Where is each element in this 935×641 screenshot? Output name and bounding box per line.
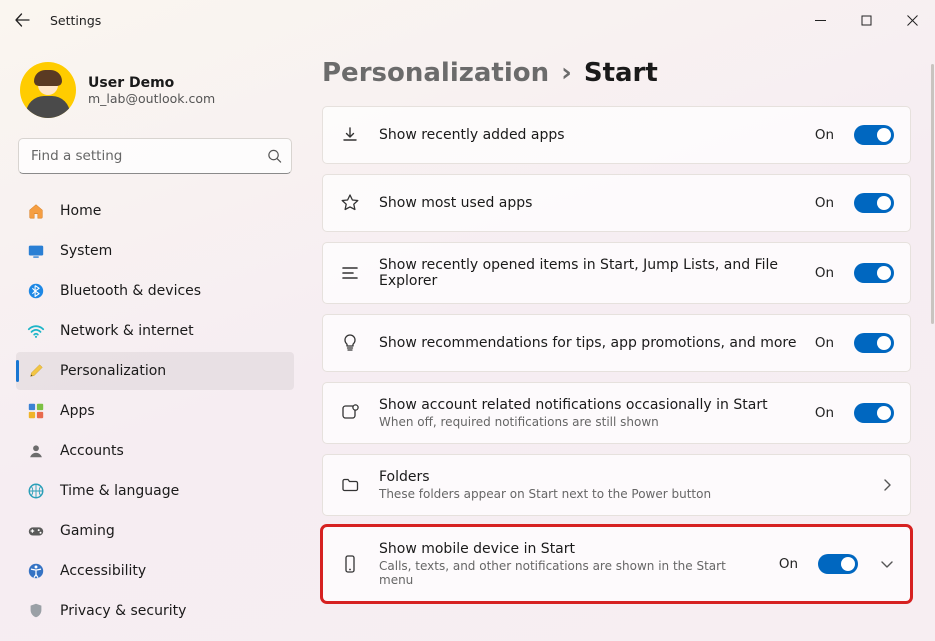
sidebar: User Demo m_lab@outlook.com Home System …: [0, 40, 306, 641]
list-icon: [339, 263, 361, 283]
sidebar-item-privacy[interactable]: Privacy & security: [16, 592, 294, 630]
toggle-switch[interactable]: [818, 554, 858, 574]
sidebar-item-time-language[interactable]: Time & language: [16, 472, 294, 510]
sidebar-item-label: Bluetooth & devices: [60, 283, 201, 299]
toggle-switch[interactable]: [854, 193, 894, 213]
toggle-state: On: [815, 265, 834, 281]
folder-icon: [339, 475, 361, 495]
sidebar-item-label: Home: [60, 203, 101, 219]
toggle-state: On: [815, 335, 834, 351]
title-bar: Settings: [0, 0, 935, 40]
bluetooth-icon: [26, 281, 46, 301]
chevron-down-icon[interactable]: [880, 557, 894, 571]
accessibility-icon: [26, 561, 46, 581]
toggle-switch[interactable]: [854, 125, 894, 145]
breadcrumb-parent[interactable]: Personalization: [322, 58, 549, 88]
sidebar-item-network[interactable]: Network & internet: [16, 312, 294, 350]
toggle-state: On: [815, 127, 834, 143]
setting-account-notifications[interactable]: Show account related notifications occas…: [322, 382, 911, 444]
gaming-icon: [26, 521, 46, 541]
phone-icon: [339, 554, 361, 574]
setting-recent-items[interactable]: Show recently opened items in Start, Jum…: [322, 242, 911, 304]
shield-icon: [26, 601, 46, 621]
setting-title: Show recommendations for tips, app promo…: [379, 335, 797, 351]
settings-list: Show recently added apps On Show most us…: [316, 106, 915, 602]
sidebar-item-label: Gaming: [60, 523, 115, 539]
chevron-right-icon: ›: [561, 58, 572, 88]
sidebar-item-label: Personalization: [60, 363, 166, 379]
scrollbar[interactable]: [929, 40, 935, 641]
maximize-icon: [861, 15, 872, 26]
accounts-icon: [26, 441, 46, 461]
avatar: [20, 62, 76, 118]
setting-title: Show mobile device in Start: [379, 541, 761, 557]
sidebar-item-accounts[interactable]: Accounts: [16, 432, 294, 470]
setting-title: Show recently opened items in Start, Jum…: [379, 257, 797, 289]
sidebar-item-system[interactable]: System: [16, 232, 294, 270]
setting-title: Folders: [379, 469, 858, 485]
minimize-button[interactable]: [797, 0, 843, 40]
search-icon: [267, 149, 282, 164]
home-icon: [26, 201, 46, 221]
wifi-icon: [26, 321, 46, 341]
profile-email: m_lab@outlook.com: [88, 91, 215, 106]
sidebar-item-accessibility[interactable]: Accessibility: [16, 552, 294, 590]
search-input[interactable]: [18, 138, 292, 174]
arrow-left-icon: [14, 12, 30, 28]
setting-most-used[interactable]: Show most used apps On: [322, 174, 911, 232]
sidebar-item-home[interactable]: Home: [16, 192, 294, 230]
sidebar-item-label: Time & language: [60, 483, 179, 499]
star-icon: [339, 193, 361, 213]
sidebar-item-label: System: [60, 243, 112, 259]
sidebar-item-apps[interactable]: Apps: [16, 392, 294, 430]
profile-name: User Demo: [88, 75, 215, 91]
window-title: Settings: [44, 13, 101, 28]
setting-title: Show account related notifications occas…: [379, 397, 797, 413]
apps-icon: [26, 401, 46, 421]
sidebar-item-label: Accessibility: [60, 563, 146, 579]
setting-title: Show most used apps: [379, 195, 797, 211]
setting-mobile-device[interactable]: Show mobile device in Start Calls, texts…: [322, 526, 911, 602]
breadcrumb: Personalization › Start: [316, 58, 915, 88]
window-controls: [797, 0, 935, 40]
sidebar-item-bluetooth[interactable]: Bluetooth & devices: [16, 272, 294, 310]
sidebar-item-label: Accounts: [60, 443, 124, 459]
sidebar-item-label: Network & internet: [60, 323, 194, 339]
setting-title: Show recently added apps: [379, 127, 797, 143]
close-icon: [907, 15, 918, 26]
setting-subtitle: These folders appear on Start next to th…: [379, 487, 858, 501]
sidebar-item-gaming[interactable]: Gaming: [16, 512, 294, 550]
toggle-state: On: [815, 195, 834, 211]
toggle-state: On: [815, 405, 834, 421]
sidebar-item-personalization[interactable]: Personalization: [16, 352, 294, 390]
personalization-icon: [26, 361, 46, 381]
toggle-switch[interactable]: [854, 403, 894, 423]
account-notifications-icon: [339, 403, 361, 423]
chevron-right-icon: [880, 478, 894, 492]
sidebar-item-label: Apps: [60, 403, 95, 419]
maximize-button[interactable]: [843, 0, 889, 40]
setting-folders[interactable]: Folders These folders appear on Start ne…: [322, 454, 911, 516]
page-title: Start: [584, 58, 658, 88]
sidebar-item-label: Privacy & security: [60, 603, 186, 619]
toggle-state: On: [779, 556, 798, 572]
globe-clock-icon: [26, 481, 46, 501]
toggle-switch[interactable]: [854, 333, 894, 353]
profile[interactable]: User Demo m_lab@outlook.com: [16, 54, 294, 138]
nav: Home System Bluetooth & devices Network …: [16, 192, 294, 630]
close-button[interactable]: [889, 0, 935, 40]
system-icon: [26, 241, 46, 261]
minimize-icon: [815, 15, 826, 26]
download-icon: [339, 125, 361, 145]
back-button[interactable]: [0, 12, 44, 28]
setting-subtitle: Calls, texts, and other notifications ar…: [379, 559, 761, 587]
main-content: Personalization › Start Show recently ad…: [306, 40, 935, 641]
lightbulb-icon: [339, 333, 361, 353]
setting-recommendations[interactable]: Show recommendations for tips, app promo…: [322, 314, 911, 372]
search-box: [18, 138, 292, 174]
setting-subtitle: When off, required notifications are sti…: [379, 415, 797, 429]
setting-recently-added[interactable]: Show recently added apps On: [322, 106, 911, 164]
toggle-switch[interactable]: [854, 263, 894, 283]
